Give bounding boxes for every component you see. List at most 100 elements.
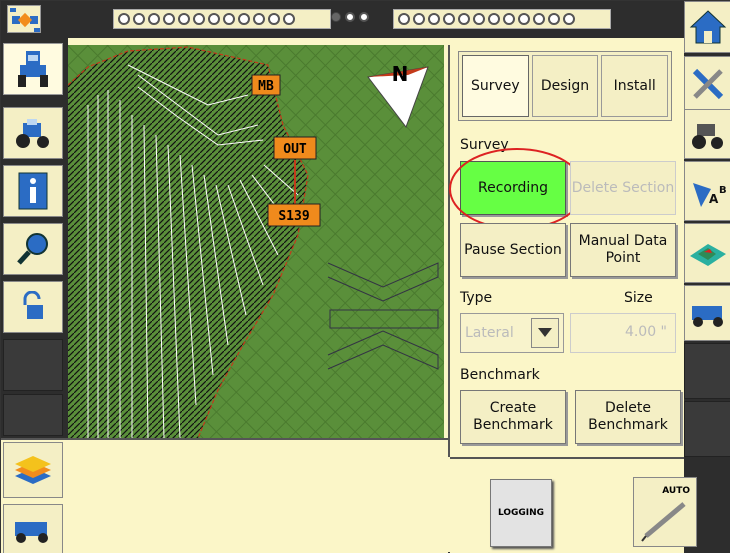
pen-icon <box>641 502 686 542</box>
logging-button[interactable]: LOGGING <box>490 479 552 547</box>
led-indicator <box>283 13 295 25</box>
auto-button[interactable]: AUTO <box>633 477 697 547</box>
map-marker-label: MB <box>258 79 274 94</box>
status-led-group-middle <box>331 12 369 22</box>
info-button[interactable] <box>3 165 63 217</box>
tools-button[interactable] <box>684 56 730 112</box>
led-indicator <box>563 13 575 25</box>
gps-status-icon[interactable] <box>7 5 41 33</box>
terrain-map-icon <box>689 244 726 266</box>
recording-button[interactable]: Recording <box>449 148 585 230</box>
delete-section-button[interactable]: Delete Section <box>570 161 676 215</box>
survey-panel: Survey Design Install Survey Recording D… <box>448 45 681 457</box>
manual-data-point-button[interactable]: Manual Data Point <box>570 223 676 277</box>
create-benchmark-button[interactable]: Create Benchmark <box>460 390 566 444</box>
tab-install[interactable]: Install <box>601 55 669 117</box>
led-indicator <box>458 13 470 25</box>
magnifier-icon <box>17 233 48 265</box>
led-indicator <box>178 13 190 25</box>
delete-benchmark-button[interactable]: Delete Benchmark <box>575 390 681 444</box>
scraper-icon <box>691 306 723 327</box>
field-map[interactable]: MB OUT S139 N <box>68 45 444 438</box>
type-label: Type <box>460 290 493 306</box>
satellite-led-group-left <box>113 9 331 29</box>
wrench-screwdriver-icon <box>692 68 723 100</box>
home-button[interactable] <box>684 1 730 53</box>
type-value: Lateral <box>465 325 514 341</box>
led-indicator <box>473 13 485 25</box>
survey-section-label: Survey <box>460 137 509 153</box>
tab-design[interactable]: Design <box>531 55 599 117</box>
led-indicator <box>268 13 280 25</box>
led-indicator <box>548 13 560 25</box>
led-indicator <box>503 13 515 25</box>
led-indicator <box>208 13 220 25</box>
recording-label: Recording <box>477 179 549 196</box>
delete-benchmark-label: Delete Benchmark <box>588 400 668 433</box>
led-indicator <box>488 13 500 25</box>
implement-view-button[interactable] <box>3 504 63 553</box>
tractor-front-icon <box>18 51 48 87</box>
vehicle-button[interactable] <box>3 107 63 159</box>
manual-data-point-label: Manual Data Point <box>578 233 668 266</box>
led-indicator <box>359 12 369 22</box>
led-indicator <box>331 12 341 22</box>
led-indicator <box>518 13 530 25</box>
tractor-setup-button[interactable] <box>3 43 63 95</box>
mode-tab-bar: Survey Design Install <box>458 51 672 121</box>
led-indicator <box>533 13 545 25</box>
bottom-right-panel: LOGGING AUTO <box>450 457 697 553</box>
tractor-icon <box>16 119 49 148</box>
map-marker-out[interactable]: OUT <box>273 136 317 160</box>
ab-benchmark-button[interactable]: A B <box>684 161 730 221</box>
tab-survey[interactable]: Survey <box>462 55 529 117</box>
chevron-down-icon[interactable] <box>531 318 559 348</box>
led-indicator <box>253 13 265 25</box>
led-indicator <box>443 13 455 25</box>
unlock-button[interactable] <box>3 281 63 333</box>
layers-button[interactable] <box>3 442 63 498</box>
top-status-bar <box>1 1 730 38</box>
satellite-led-group-right <box>393 9 611 29</box>
empty-slot-button <box>684 343 730 399</box>
type-dropdown[interactable]: Lateral <box>460 313 564 353</box>
map-marker-mb[interactable]: MB <box>251 74 281 96</box>
led-indicator <box>193 13 205 25</box>
search-button[interactable] <box>3 223 63 275</box>
scraper-icon <box>15 522 48 543</box>
svg-text:B: B <box>719 185 727 196</box>
bottom-left-panel <box>1 438 448 553</box>
led-indicator <box>345 12 355 22</box>
benchmark-section-label: Benchmark <box>460 367 540 383</box>
led-indicator <box>148 13 160 25</box>
led-indicator <box>223 13 235 25</box>
empty-slot-button <box>684 401 730 457</box>
led-indicator <box>413 13 425 25</box>
led-indicator <box>238 13 250 25</box>
implement-button[interactable] <box>684 285 730 341</box>
led-indicator <box>133 13 145 25</box>
home-icon <box>689 10 726 44</box>
pause-section-label: Pause Section <box>464 241 562 258</box>
right-sidebar: A B <box>684 1 730 553</box>
empty-slot-button <box>3 394 63 436</box>
create-benchmark-label: Create Benchmark <box>473 400 553 433</box>
compass-label: N <box>392 62 409 86</box>
led-indicator <box>118 13 130 25</box>
svg-text:A: A <box>709 192 719 206</box>
map-marker-s139[interactable]: S139 <box>267 203 321 227</box>
led-indicator <box>398 13 410 25</box>
terrain-button[interactable] <box>684 223 730 283</box>
tractor-icon <box>691 124 723 149</box>
empty-slot-button <box>3 339 63 391</box>
size-field[interactable]: 4.00 " <box>570 313 676 353</box>
map-marker-label: OUT <box>283 142 307 157</box>
led-indicator <box>163 13 175 25</box>
vehicle-settings-button[interactable] <box>684 109 730 159</box>
info-icon <box>18 172 48 210</box>
pause-section-button[interactable]: Pause Section <box>460 223 566 277</box>
layers-icon <box>15 456 51 484</box>
led-indicator <box>428 13 440 25</box>
size-label: Size <box>624 290 653 306</box>
map-marker-label: S139 <box>278 209 309 224</box>
